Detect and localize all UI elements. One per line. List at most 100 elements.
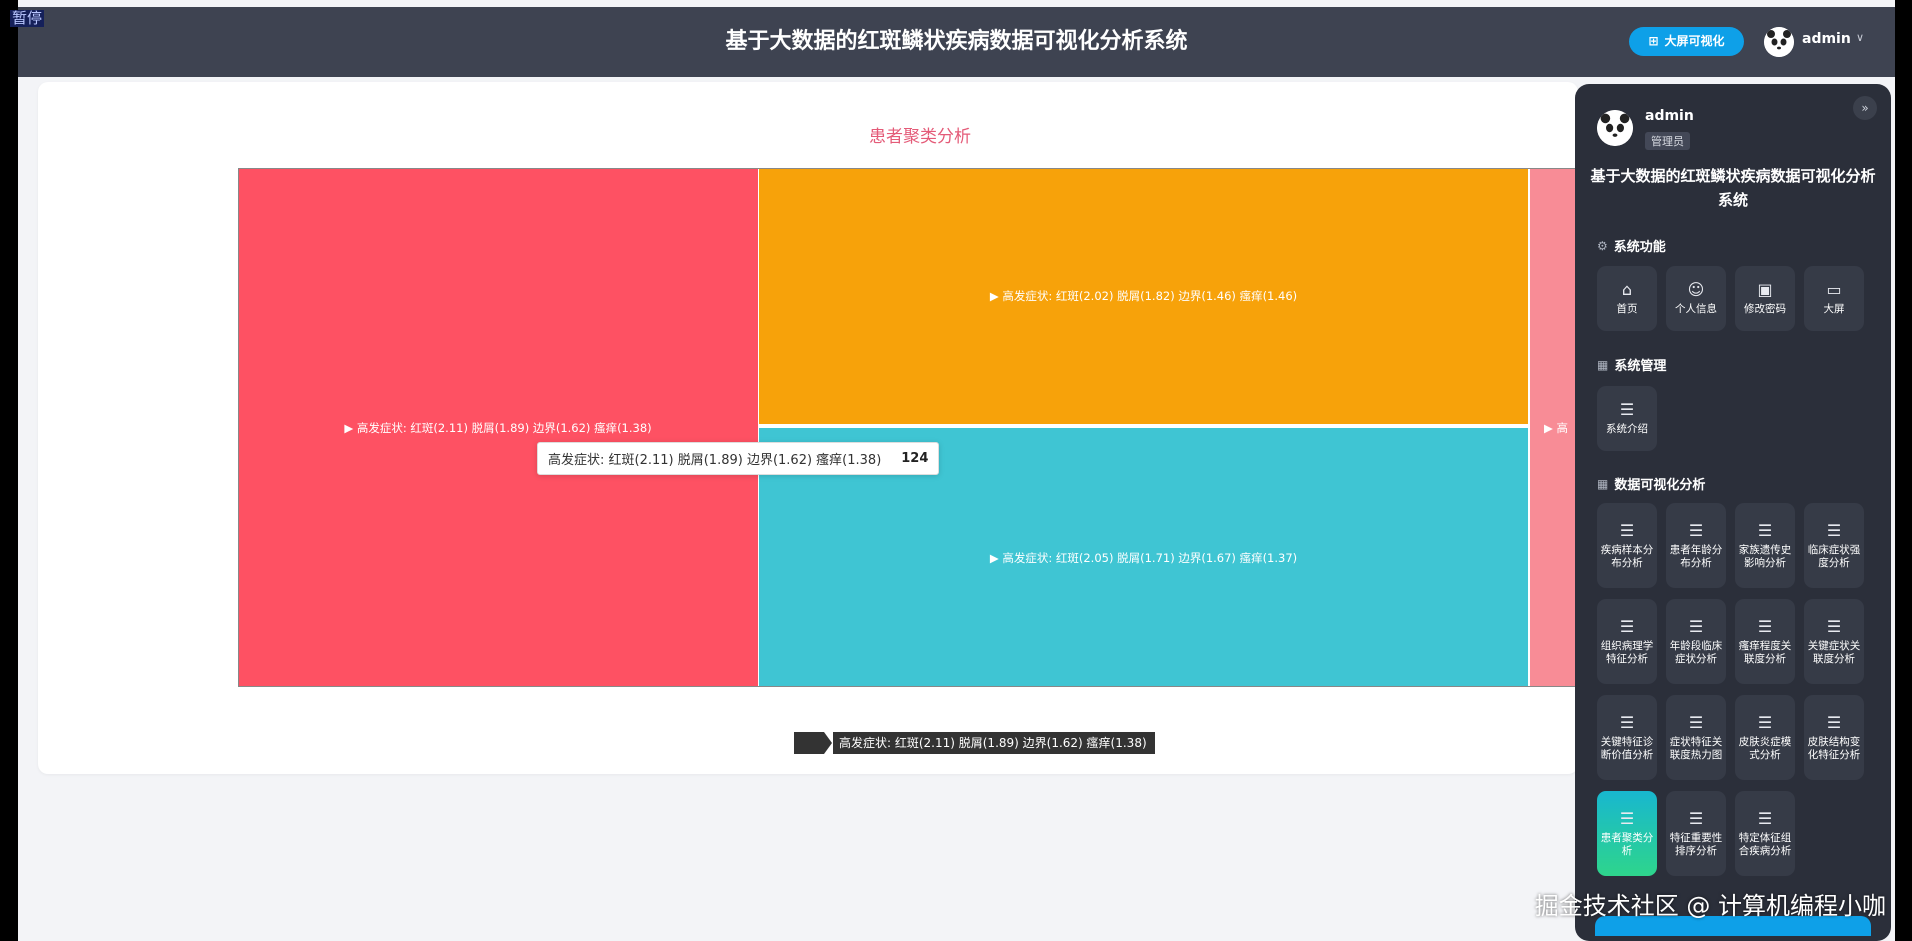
document-icon: ☰ xyxy=(1688,520,1704,540)
document-icon: ☰ xyxy=(1619,400,1635,419)
document-icon: ☰ xyxy=(1757,520,1773,540)
nav-password[interactable]: ▣ 修改密码 xyxy=(1735,266,1795,331)
cart-icon: ⊞ xyxy=(1648,34,1659,48)
nav-analysis-label: 家族遗传史影响分析 xyxy=(1738,543,1792,569)
document-icon: ☰ xyxy=(1688,712,1704,732)
panel-user-name: admin xyxy=(1645,108,1694,124)
home-icon: ⌂ xyxy=(1621,280,1633,299)
nav-analysis-label: 患者聚类分析 xyxy=(1600,831,1654,857)
nav-analysis-label: 皮肤结构变化特征分析 xyxy=(1807,735,1861,761)
header-user-name[interactable]: admin xyxy=(1802,31,1851,47)
section-label: 系统功能 xyxy=(1613,240,1666,255)
nav-password-label: 修改密码 xyxy=(1744,303,1786,315)
document-icon: ☰ xyxy=(1757,808,1773,828)
chart-tooltip: 高发症状: 红斑(2.11) 脱屑(1.89) 边界(1.62) 瘙痒(1.38… xyxy=(537,442,940,475)
nav-home-label: 首页 xyxy=(1616,303,1638,315)
treemap-node-label: ▶ 高发症状: 红斑(2.05) 脱屑(1.71) 边界(1.67) 瘙痒(1.… xyxy=(989,550,1298,565)
nav-analysis-7[interactable]: ☰ 瘙痒程度关联度分析 xyxy=(1735,599,1795,684)
nav-system-intro-label: 系统介绍 xyxy=(1606,423,1648,435)
nav-analysis-label: 疾病样本分布分析 xyxy=(1600,543,1654,569)
section-label: 数据可视化分析 xyxy=(1614,478,1706,493)
nav-analysis-label: 特征重要性排序分析 xyxy=(1669,831,1723,857)
watermark: 掘金技术社区 @ 计算机编程小咖 xyxy=(1534,892,1886,920)
chart-title: 患者聚类分析 xyxy=(869,127,971,147)
nav-analysis-1[interactable]: ☰ 疾病样本分布分析 xyxy=(1597,503,1657,588)
nav-analysis-6[interactable]: ☰ 年龄段临床症状分析 xyxy=(1666,599,1726,684)
user-icon: ☺ xyxy=(1687,280,1705,299)
nav-analysis-3[interactable]: ☰ 家族遗传史影响分析 xyxy=(1735,503,1795,588)
lock-icon: ▣ xyxy=(1757,280,1773,299)
nav-screen[interactable]: ▭ 大屏 xyxy=(1804,266,1864,331)
nav-analysis-label: 皮肤炎症模式分析 xyxy=(1738,735,1792,761)
nav-profile[interactable]: ☺ 个人信息 xyxy=(1666,266,1726,331)
panel-avatar xyxy=(1597,110,1633,146)
grid-icon: ▦ xyxy=(1597,357,1609,372)
role-badge: 管理员 xyxy=(1645,132,1690,150)
side-panel: » admin 管理员 基于大数据的红斑鳞状疾病数据可视化分析系统 ⚙ 系统功能… xyxy=(1575,84,1891,941)
document-icon: ☰ xyxy=(1619,616,1635,636)
nav-home[interactable]: ⌂ 首页 xyxy=(1597,266,1657,331)
nav-analysis-label: 症状特征关联度热力图 xyxy=(1669,735,1723,761)
nav-analysis-9[interactable]: ☰ 关键特征诊断价值分析 xyxy=(1597,695,1657,780)
nav-analysis-label: 年龄段临床症状分析 xyxy=(1669,639,1723,665)
treemap-node-label: ▶ 高发症状: 红斑(2.02) 脱屑(1.82) 边界(1.46) 瘙痒(1.… xyxy=(989,289,1298,303)
nav-analysis-15[interactable]: ☰ 特定体征组合疾病分析 xyxy=(1735,791,1795,876)
pause-label[interactable]: 暂停 xyxy=(10,10,45,27)
nav-analysis-14[interactable]: ☰ 特征重要性排序分析 xyxy=(1666,791,1726,876)
document-icon: ☰ xyxy=(1619,712,1635,732)
section-label: 系统管理 xyxy=(1614,359,1667,374)
nav-analysis-label: 患者年龄分布分析 xyxy=(1669,543,1723,569)
document-icon: ☰ xyxy=(1619,808,1635,828)
tooltip-label: 高发症状: 红斑(2.11) 脱屑(1.89) 边界(1.62) 瘙痒(1.38… xyxy=(548,453,882,468)
treemap-breadcrumb[interactable]: 高发症状: 红斑(2.11) 脱屑(1.89) 边界(1.62) 瘙痒(1.38… xyxy=(794,732,1155,754)
app-title: 基于大数据的红斑鳞状疾病数据可视化分析系统 xyxy=(725,29,1188,54)
nav-analysis-label: 瘙痒程度关联度分析 xyxy=(1738,639,1792,665)
panel-title: 基于大数据的红斑鳞状疾病数据可视化分析系统 xyxy=(1590,167,1876,209)
document-icon: ☰ xyxy=(1688,616,1704,636)
treemap-node-label: ▶ 高 xyxy=(1544,420,1568,435)
big-screen-button[interactable]: ⊞ 大屏可视化 xyxy=(1629,27,1744,56)
nav-analysis-5[interactable]: ☰ 组织病理学特征分析 xyxy=(1597,599,1657,684)
document-icon: ☰ xyxy=(1619,520,1635,540)
nav-analysis-label: 关键特征诊断价值分析 xyxy=(1600,735,1654,761)
nav-system-intro[interactable]: ☰ 系统介绍 xyxy=(1597,386,1657,451)
nav-screen-label: 大屏 xyxy=(1823,303,1845,315)
treemap-node-label: ▶ 高发症状: 红斑(2.11) 脱屑(1.89) 边界(1.62) 瘙痒(1.… xyxy=(344,420,652,435)
document-icon: ☰ xyxy=(1688,808,1704,828)
top-header: 基于大数据的红斑鳞状疾病数据可视化分析系统 ⊞ 大屏可视化 admin ∨ xyxy=(18,7,1895,77)
nav-analysis-13-active[interactable]: ☰ 患者聚类分析 xyxy=(1597,791,1657,876)
document-icon: ☰ xyxy=(1757,616,1773,636)
chevron-down-icon[interactable]: ∨ xyxy=(1856,31,1864,44)
big-screen-button-label: 大屏可视化 xyxy=(1664,34,1725,48)
section-system-management: ▦ 系统管理 xyxy=(1597,355,1667,375)
avatar[interactable] xyxy=(1764,27,1794,57)
nav-analysis-label: 临床症状强度分析 xyxy=(1807,543,1861,569)
panda-avatar-icon xyxy=(1597,110,1633,146)
breadcrumb-root[interactable] xyxy=(794,732,824,754)
section-data-analysis: ▦ 数据可视化分析 xyxy=(1597,474,1706,494)
tooltip-value: 124 xyxy=(901,451,929,466)
nav-profile-label: 个人信息 xyxy=(1675,303,1717,315)
nav-analysis-11[interactable]: ☰ 皮肤炎症模式分析 xyxy=(1735,695,1795,780)
panda-avatar-icon xyxy=(1764,27,1794,57)
grid-icon: ▦ xyxy=(1597,476,1609,491)
document-icon: ☰ xyxy=(1826,616,1842,636)
treemap-node-cluster-2[interactable]: ▶ 高发症状: 红斑(2.02) 脱屑(1.82) 边界(1.46) 瘙痒(1.… xyxy=(759,168,1528,426)
gear-icon: ⚙ xyxy=(1597,238,1608,253)
nav-analysis-4[interactable]: ☰ 临床症状强度分析 xyxy=(1804,503,1864,588)
document-icon: ☰ xyxy=(1757,712,1773,732)
collapse-icon[interactable]: » xyxy=(1853,96,1877,120)
treemap-node-cluster-1[interactable]: ▶ 高发症状: 红斑(2.11) 脱屑(1.89) 边界(1.62) 瘙痒(1.… xyxy=(238,168,758,687)
nav-analysis-2[interactable]: ☰ 患者年龄分布分析 xyxy=(1666,503,1726,588)
document-icon: ☰ xyxy=(1826,520,1842,540)
nav-analysis-label: 关键症状关联度分析 xyxy=(1807,639,1861,665)
presentation-icon: ▭ xyxy=(1826,280,1842,299)
breadcrumb-item[interactable]: 高发症状: 红斑(2.11) 脱屑(1.89) 边界(1.62) 瘙痒(1.38… xyxy=(833,732,1155,754)
section-system-functions: ⚙ 系统功能 xyxy=(1597,236,1666,256)
breadcrumb-arrow-icon xyxy=(824,732,832,754)
nav-analysis-8[interactable]: ☰ 关键症状关联度分析 xyxy=(1804,599,1864,684)
nav-analysis-10[interactable]: ☰ 症状特征关联度热力图 xyxy=(1666,695,1726,780)
nav-analysis-label: 组织病理学特征分析 xyxy=(1600,639,1654,665)
nav-analysis-12[interactable]: ☰ 皮肤结构变化特征分析 xyxy=(1804,695,1864,780)
nav-analysis-label: 特定体征组合疾病分析 xyxy=(1738,831,1792,857)
